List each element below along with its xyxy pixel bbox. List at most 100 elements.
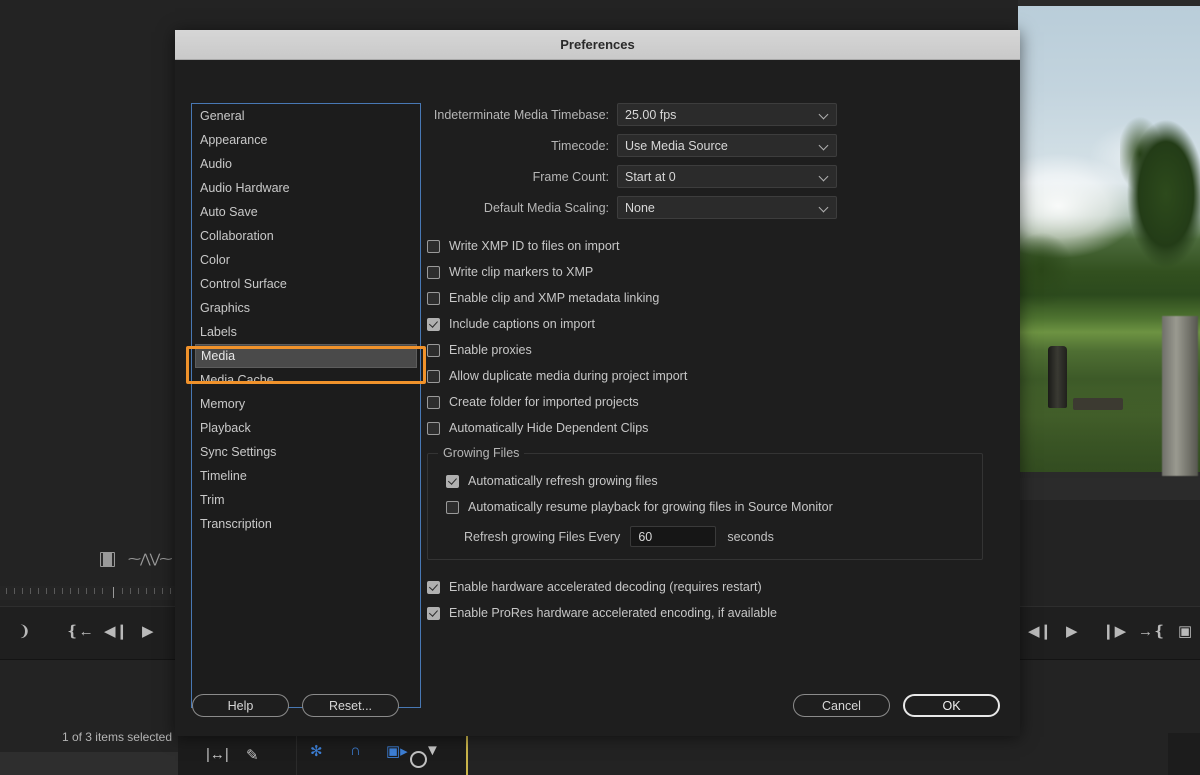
checkbox-prores-hardware-encoding[interactable]: Enable ProRes hardware accelerated encod… — [427, 600, 1005, 626]
sidebar-item-collaboration[interactable]: Collaboration — [192, 224, 420, 248]
sidebar-item-timeline[interactable]: Timeline — [192, 464, 420, 488]
chevron-down-icon — [820, 142, 828, 150]
refresh-interval-input[interactable]: 60 — [630, 526, 717, 547]
go-to-in-icon[interactable]: ❴← — [66, 623, 94, 641]
step-back-icon[interactable]: ◀❙ — [1028, 623, 1052, 641]
checkbox-label: Enable clip and XMP metadata linking — [449, 291, 660, 305]
field-label: Timecode: — [551, 138, 609, 153]
checkbox-box[interactable] — [427, 369, 440, 383]
checkbox-box[interactable] — [427, 395, 440, 409]
checkbox-box[interactable] — [427, 580, 440, 594]
sidebar-item-media-cache[interactable]: Media Cache — [192, 368, 420, 392]
field-default-media-scaling: Default Media Scaling: None — [427, 196, 1005, 219]
checkbox-allow-duplicate-media[interactable]: Allow duplicate media during project imp… — [427, 363, 1005, 389]
checkbox-enable-proxies[interactable]: Enable proxies — [427, 337, 1005, 363]
checkbox-label: Write clip markers to XMP — [449, 265, 594, 279]
growing-files-title: Growing Files — [438, 446, 525, 460]
bottom-panel-strip — [0, 752, 178, 775]
sidebar-item-auto-save[interactable]: Auto Save — [192, 200, 420, 224]
sidebar-item-control-surface[interactable]: Control Surface — [192, 272, 420, 296]
checkbox-box[interactable] — [427, 317, 440, 331]
dialog-title: Preferences — [560, 37, 635, 52]
step-back-icon[interactable]: ◀❙ — [104, 623, 128, 641]
sidebar-item-media[interactable]: Media — [195, 344, 417, 368]
checkbox-create-folder-imported[interactable]: Create folder for imported projects — [427, 389, 1005, 415]
linked-selection-icon[interactable]: ∩ — [350, 742, 361, 759]
record-circle-icon[interactable] — [410, 751, 427, 768]
transport-controls-left[interactable]: ❩ ❴← ◀❙ ▶ — [0, 606, 178, 660]
sidebar-item-memory[interactable]: Memory — [192, 392, 420, 416]
checkbox-label: Write XMP ID to files on import — [449, 239, 620, 253]
checkbox-label: Include captions on import — [449, 317, 595, 331]
checkbox-box[interactable] — [427, 343, 440, 357]
sidebar-item-appearance[interactable]: Appearance — [192, 128, 420, 152]
preview-stone-monument — [1048, 346, 1067, 408]
checkbox-box[interactable] — [427, 421, 440, 435]
preview-bottom-bar — [1018, 478, 1200, 500]
checkbox-auto-hide-dependent-clips[interactable]: Automatically Hide Dependent Clips — [427, 415, 1005, 441]
sidebar-item-sync-settings[interactable]: Sync Settings — [192, 440, 420, 464]
add-marker-icon[interactable]: ▣▸ — [386, 742, 408, 760]
sidebar-item-transcription[interactable]: Transcription — [192, 512, 420, 536]
checkbox-box[interactable] — [427, 291, 440, 305]
checkbox-auto-resume-playback[interactable]: Automatically resume playback for growin… — [446, 494, 970, 520]
sidebar-item-color[interactable]: Color — [192, 248, 420, 272]
default-media-scaling-select[interactable]: None — [617, 196, 837, 219]
checkbox-write-xmp-id[interactable]: Write XMP ID to files on import — [427, 233, 1005, 259]
preferences-category-list[interactable]: General Appearance Audio Audio Hardware … — [191, 103, 421, 708]
checkbox-box[interactable] — [446, 500, 459, 514]
go-to-out-icon[interactable]: →❴ — [1138, 623, 1166, 641]
sidebar-item-trim[interactable]: Trim — [192, 488, 420, 512]
export-frame-icon[interactable]: ▣ — [1178, 623, 1192, 641]
media-settings-panel: Indeterminate Media Timebase: 25.00 fps … — [427, 103, 1005, 626]
marker-icon[interactable]: ▼ — [425, 742, 440, 759]
transport-controls-right[interactable]: ◀❙ ▶ ❙▶ →❴ ▣ — [1018, 606, 1200, 660]
preview-tree-left — [1018, 216, 1078, 326]
checkbox-box[interactable] — [427, 265, 440, 279]
refresh-interval-label: Refresh growing Files Every — [464, 529, 621, 544]
in-point-icon[interactable]: ❩ — [18, 623, 31, 641]
snap-icon[interactable]: ✻ — [310, 742, 323, 760]
checkbox-include-captions[interactable]: Include captions on import — [427, 311, 1005, 337]
step-forward-icon[interactable]: ❙▶ — [1102, 623, 1126, 641]
sidebar-item-audio-hardware[interactable]: Audio Hardware — [192, 176, 420, 200]
timeline-ruler[interactable] — [0, 586, 178, 600]
filmstrip-icon[interactable] — [100, 552, 115, 567]
ok-button[interactable]: OK — [903, 694, 1000, 717]
pen-tool-icon[interactable]: ✎ — [246, 746, 259, 764]
growing-files-group: Growing Files Automatically refresh grow… — [427, 446, 983, 560]
cancel-button[interactable]: Cancel — [793, 694, 890, 717]
ripple-edit-icon[interactable]: |↔| — [206, 746, 229, 763]
sidebar-item-graphics[interactable]: Graphics — [192, 296, 420, 320]
help-button[interactable]: Help — [192, 694, 289, 717]
indeterminate-media-timebase-select[interactable]: 25.00 fps — [617, 103, 837, 126]
sidebar-item-labels[interactable]: Labels — [192, 320, 420, 344]
checkbox-write-clip-markers[interactable]: Write clip markers to XMP — [427, 259, 1005, 285]
checkbox-hardware-accelerated-decoding[interactable]: Enable hardware accelerated decoding (re… — [427, 574, 1005, 600]
checkbox-box[interactable] — [446, 474, 459, 488]
field-indeterminate-media-timebase: Indeterminate Media Timebase: 25.00 fps — [427, 103, 1005, 126]
select-value: Start at 0 — [625, 169, 676, 184]
chevron-down-icon — [820, 111, 828, 119]
playhead-marker — [113, 587, 114, 598]
timeline-toolbar[interactable]: |↔| ✎ ✻ ∩ ▣▸ ▼ — [178, 733, 468, 775]
checkbox-enable-clip-xmp-linking[interactable]: Enable clip and XMP metadata linking — [427, 285, 1005, 311]
preferences-dialog: Preferences General Appearance Audio Aud… — [175, 30, 1020, 736]
timecode-select[interactable]: Use Media Source — [617, 134, 837, 157]
preview-stone-block — [1073, 398, 1123, 410]
play-icon[interactable]: ▶ — [142, 623, 154, 641]
checkbox-label: Automatically refresh growing files — [468, 474, 658, 488]
frame-count-select[interactable]: Start at 0 — [617, 165, 837, 188]
audio-waveform-icon[interactable]: ⁓⋀⋁⁓ — [128, 551, 172, 567]
checkbox-auto-refresh-growing-files[interactable]: Automatically refresh growing files — [446, 468, 970, 494]
checkbox-box[interactable] — [427, 606, 440, 620]
sidebar-item-general[interactable]: General — [192, 104, 420, 128]
checkbox-label: Enable ProRes hardware accelerated encod… — [449, 606, 777, 620]
program-monitor-preview[interactable] — [1018, 0, 1200, 478]
field-label: Indeterminate Media Timebase: — [433, 107, 609, 122]
play-icon[interactable]: ▶ — [1066, 623, 1078, 641]
reset-button[interactable]: Reset... — [302, 694, 399, 717]
sidebar-item-audio[interactable]: Audio — [192, 152, 420, 176]
checkbox-box[interactable] — [427, 239, 440, 253]
sidebar-item-playback[interactable]: Playback — [192, 416, 420, 440]
